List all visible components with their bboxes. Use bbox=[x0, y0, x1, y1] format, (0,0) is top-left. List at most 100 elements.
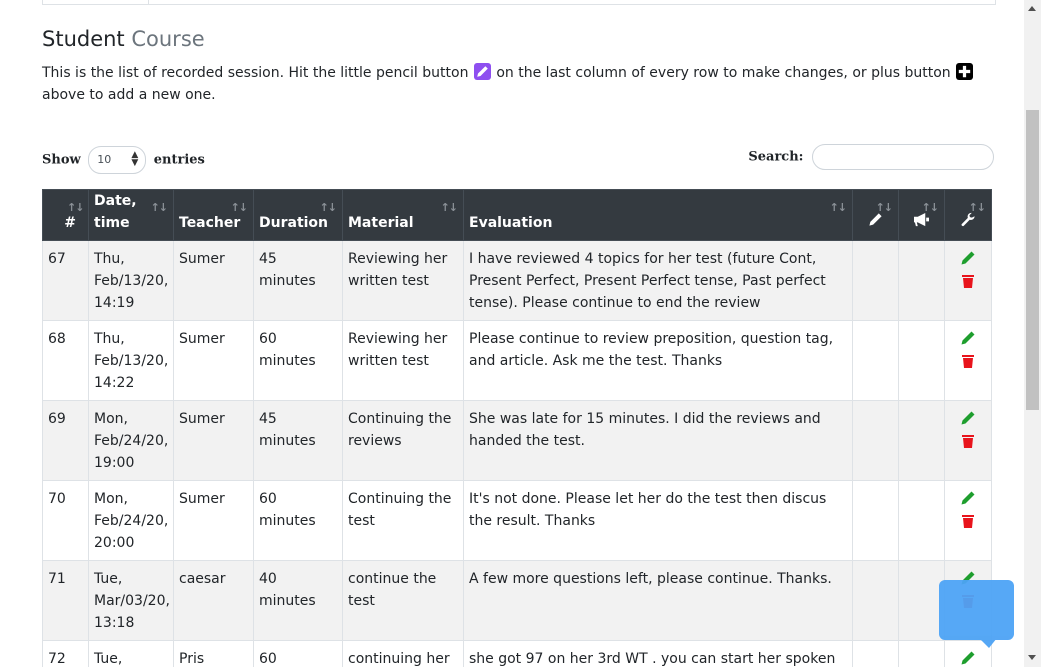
cell-material: Continuing the test bbox=[342, 480, 464, 561]
scroll-up-arrow-icon[interactable] bbox=[1028, 6, 1036, 11]
pencil-icon[interactable] bbox=[960, 490, 976, 506]
cell-teacher: Sumer bbox=[173, 400, 254, 481]
chat-icon bbox=[979, 638, 997, 648]
search-label: Search: bbox=[748, 149, 804, 165]
cell-empty bbox=[898, 480, 945, 561]
description-text-1: This is the list of recorded session. Hi… bbox=[42, 65, 469, 81]
cell-evaluation: It's not done. Please let her do the tes… bbox=[463, 480, 853, 561]
table-row: 67 Thu, Feb/13/20, 14:19 Sumer 45 minute… bbox=[42, 240, 992, 321]
sort-icon: ↑↓ bbox=[875, 201, 893, 214]
cell-duration: 60 minutes bbox=[253, 320, 343, 401]
vertical-scrollbar[interactable] bbox=[1024, 0, 1041, 667]
cell-evaluation: She was late for 15 minutes. I did the r… bbox=[463, 400, 853, 481]
page: Student Course This is the list of recor… bbox=[0, 0, 1024, 667]
sort-icon: ↑↓ bbox=[230, 201, 248, 214]
select-arrows-icon: ▲ ▼ bbox=[131, 150, 139, 168]
column-header-announce[interactable]: ↑↓ bbox=[898, 189, 945, 241]
cell-actions bbox=[944, 480, 992, 561]
cell-empty bbox=[898, 640, 945, 667]
cell-teacher: Sumer bbox=[173, 320, 254, 401]
column-header-material[interactable]: ↑↓ Material bbox=[342, 189, 464, 241]
column-header-date[interactable]: ↑↓ Date, time bbox=[88, 189, 174, 241]
trash-icon[interactable] bbox=[960, 513, 976, 529]
cell-date: Tue, Mar/03/20, bbox=[88, 640, 174, 667]
page-title-main: Student bbox=[42, 27, 125, 51]
cell-duration: 40 minutes bbox=[253, 560, 343, 641]
chat-widget-button[interactable] bbox=[939, 580, 1014, 648]
table-row: 69 Mon, Feb/24/20, 19:00 Sumer 45 minute… bbox=[42, 400, 992, 481]
cell-empty bbox=[852, 320, 899, 401]
cell-number: 68 bbox=[42, 320, 89, 401]
cell-number: 71 bbox=[42, 560, 89, 641]
column-header-edit[interactable]: ↑↓ bbox=[852, 189, 899, 241]
sort-icon: ↑↓ bbox=[67, 201, 84, 214]
plus-icon bbox=[956, 63, 974, 80]
page-title: Student Course bbox=[42, 27, 205, 51]
cell-evaluation: Please continue to review preposition, q… bbox=[463, 320, 853, 401]
column-header-number[interactable]: ↑↓ # bbox=[42, 189, 89, 241]
cell-duration: 60 minutes bbox=[253, 640, 343, 667]
column-header-duration[interactable]: ↑↓ Duration bbox=[253, 189, 343, 241]
search-control: Search: bbox=[748, 144, 994, 170]
cell-material: Reviewing her written test bbox=[342, 320, 464, 401]
entries-length-control: Show 10 ▲ ▼ entries bbox=[42, 146, 205, 174]
cell-empty bbox=[852, 400, 899, 481]
cell-empty bbox=[898, 240, 945, 321]
cell-number: 70 bbox=[42, 480, 89, 561]
cell-date: Thu, Feb/13/20, 14:19 bbox=[88, 240, 174, 321]
table-row: 70 Mon, Feb/24/20, 20:00 Sumer 60 minute… bbox=[42, 480, 992, 561]
cell-empty bbox=[852, 240, 899, 321]
pencil-icon[interactable] bbox=[960, 410, 976, 426]
pencil-icon[interactable] bbox=[960, 330, 976, 346]
column-header-tools[interactable]: ↑↓ bbox=[944, 189, 992, 241]
cell-duration: 45 minutes bbox=[253, 400, 343, 481]
pencil-icon[interactable] bbox=[960, 650, 976, 666]
cell-empty bbox=[852, 480, 899, 561]
page-description: This is the list of recorded session. Hi… bbox=[42, 62, 1002, 106]
pencil-icon[interactable] bbox=[960, 250, 976, 266]
cell-evaluation: she got 97 on her 3rd WT . you can start… bbox=[463, 640, 853, 667]
entries-select[interactable]: 10 ▲ ▼ bbox=[88, 146, 147, 174]
column-header-teacher[interactable]: ↑↓ Teacher bbox=[173, 189, 254, 241]
cell-empty bbox=[898, 560, 945, 641]
sort-icon: ↑↓ bbox=[150, 201, 168, 214]
sort-icon: ↑↓ bbox=[440, 201, 458, 214]
page-title-sub: Course bbox=[131, 27, 205, 51]
sort-icon: ↑↓ bbox=[921, 201, 939, 214]
sessions-table: ↑↓ # ↑↓ Date, time ↑↓ Teacher ↑↓ Duratio… bbox=[42, 189, 992, 667]
trash-icon[interactable] bbox=[960, 273, 976, 289]
trash-icon[interactable] bbox=[960, 433, 976, 449]
cell-actions bbox=[944, 240, 992, 321]
search-input[interactable] bbox=[812, 144, 994, 170]
column-header-evaluation[interactable]: ↑↓ Evaluation bbox=[463, 189, 853, 241]
table-row: 71 Tue, Mar/03/20, 13:18 caesar 40 minut… bbox=[42, 560, 992, 641]
table-row: 68 Thu, Feb/13/20, 14:22 Sumer 60 minute… bbox=[42, 320, 992, 401]
cell-teacher: Pris bbox=[173, 640, 254, 667]
cell-actions bbox=[944, 400, 992, 481]
cell-teacher: caesar bbox=[173, 560, 254, 641]
table-header-row: ↑↓ # ↑↓ Date, time ↑↓ Teacher ↑↓ Duratio… bbox=[42, 189, 992, 241]
cell-evaluation: A few more questions left, please contin… bbox=[463, 560, 853, 641]
cell-material: Continuing the reviews bbox=[342, 400, 464, 481]
cell-evaluation: I have reviewed 4 topics for her test (f… bbox=[463, 240, 853, 321]
cell-date: Mon, Feb/24/20, 19:00 bbox=[88, 400, 174, 481]
cell-date: Mon, Feb/24/20, 20:00 bbox=[88, 480, 174, 561]
scroll-down-arrow-icon[interactable] bbox=[1028, 655, 1036, 660]
trash-icon[interactable] bbox=[960, 353, 976, 369]
cell-teacher: Sumer bbox=[173, 480, 254, 561]
cell-empty bbox=[852, 560, 899, 641]
scrollbar-thumb[interactable] bbox=[1026, 110, 1039, 410]
cell-duration: 45 minutes bbox=[253, 240, 343, 321]
description-text-3: above to add a new one. bbox=[42, 87, 216, 103]
cell-material: continue the test bbox=[342, 560, 464, 641]
cell-material: continuing her test bbox=[342, 640, 464, 667]
table-row: 72 Tue, Mar/03/20, Pris 60 minutes conti… bbox=[42, 640, 992, 667]
cell-number: 72 bbox=[42, 640, 89, 667]
cell-date: Tue, Mar/03/20, 13:18 bbox=[88, 560, 174, 641]
sort-icon: ↑↓ bbox=[829, 201, 847, 214]
cell-date: Thu, Feb/13/20, 14:22 bbox=[88, 320, 174, 401]
cell-material: Reviewing her written test bbox=[342, 240, 464, 321]
description-text-2: on the last column of every row to make … bbox=[496, 65, 951, 81]
pencil-icon bbox=[473, 63, 491, 80]
cell-empty bbox=[852, 640, 899, 667]
